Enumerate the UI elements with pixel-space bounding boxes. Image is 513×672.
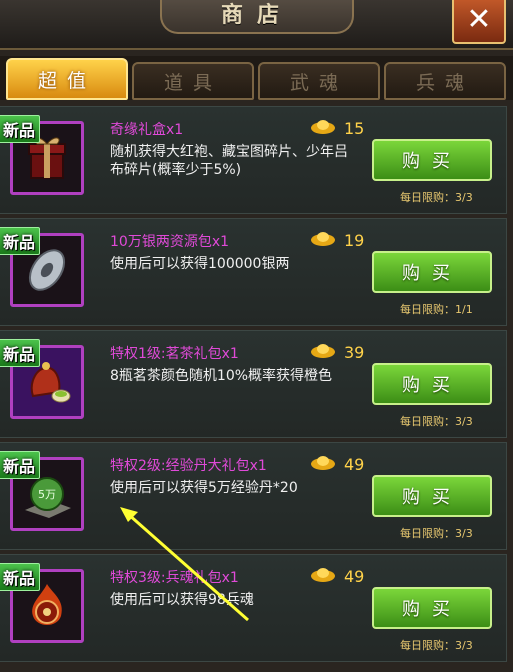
daily-limit: 每日限购：3/3 [400,527,473,540]
list-item: 新品 奇缘礼盒x1 15 随机获得大红袍、藏宝图碎片、少年吕布碎片(概率少于5%… [0,106,507,214]
list-item: 5万 新品 特权2级:经验丹大礼包x1 49 使用后可以获得5万经验丹*20 购… [0,442,507,550]
item-description: 使用后可以获得5万经验丹*20 [110,480,298,496]
gold-ingot-icon [311,456,335,470]
tab-chaozhi[interactable]: 超值 [6,58,128,100]
item-description: 随机获得大红袍、藏宝图碎片、少年吕布碎片(概率少于5%) [110,144,348,178]
close-button[interactable]: ✕ [452,0,506,44]
item-name: 特权2级:经验丹大礼包x1 [110,458,267,474]
buy-button[interactable]: 购买 [372,251,492,293]
buy-button[interactable]: 购买 [372,139,492,181]
list-item: 新品 特权3级:兵魂礼包x1 49 使用后可以获得98兵魂 购买 每日限购：3/… [0,554,507,662]
buy-button[interactable]: 购买 [372,363,492,405]
new-badge: 新品 [0,563,41,591]
new-badge: 新品 [0,115,41,143]
gold-ingot-icon [311,344,335,358]
daily-limit: 每日限购：3/3 [400,415,473,428]
shop-tabs: 超值 道具 武魂 兵魂 [0,56,513,100]
new-badge: 新品 [0,339,41,367]
item-price: 39 [344,343,365,362]
new-badge: 新品 [0,451,41,479]
tab-label: 道具 [163,71,222,94]
tab-binghun[interactable]: 兵魂 [384,62,506,100]
list-item: 新品 10万银两资源包x1 19 使用后可以获得100000银两 购买 每日限购… [0,218,507,326]
item-price: 19 [344,231,365,250]
exp-pill-label: 5万 [38,488,56,501]
daily-limit: 每日限购：3/3 [400,639,473,652]
page-title: 商店 [220,3,293,28]
tab-wuhun[interactable]: 武魂 [258,62,380,100]
gold-ingot-icon [311,568,335,582]
item-price: 15 [344,119,365,138]
item-description: 8瓶茗茶颜色随机10%概率获得橙色 [110,368,333,384]
item-name: 10万银两资源包x1 [110,234,230,250]
item-name: 特权3级:兵魂礼包x1 [110,570,239,586]
item-list[interactable]: 新品 奇缘礼盒x1 15 随机获得大红袍、藏宝图碎片、少年吕布碎片(概率少于5%… [0,104,513,672]
gold-ingot-icon [311,232,335,246]
new-badge: 新品 [0,227,41,255]
daily-limit: 每日限购：3/3 [400,191,473,204]
tab-label: 兵魂 [415,71,474,94]
list-item: 新品 特权1级:茗茶礼包x1 39 8瓶茗茶颜色随机10%概率获得橙色 购买 每… [0,330,507,438]
buy-button[interactable]: 购买 [372,475,492,517]
daily-limit: 每日限购：1/1 [400,303,473,316]
item-name: 奇缘礼盒x1 [110,122,184,138]
gold-ingot-icon [311,120,335,134]
item-description: 使用后可以获得98兵魂 [110,592,254,608]
item-price: 49 [344,567,365,586]
tab-daoju[interactable]: 道具 [132,62,254,100]
shop-header: 商店 ✕ [0,0,513,50]
title-plate: 商店 [160,0,354,34]
item-description: 使用后可以获得100000银两 [110,256,290,272]
buy-button[interactable]: 购买 [372,587,492,629]
close-icon: ✕ [466,2,492,37]
item-price: 49 [344,455,365,474]
tab-label: 超值 [37,69,96,92]
shop-window: 商店 ✕ 超值 道具 武魂 兵魂 新品 奇缘礼盒x1 15 随机获得大红袍、藏宝… [0,0,513,672]
tab-label: 武魂 [289,71,348,94]
item-name: 特权1级:茗茶礼包x1 [110,346,239,362]
